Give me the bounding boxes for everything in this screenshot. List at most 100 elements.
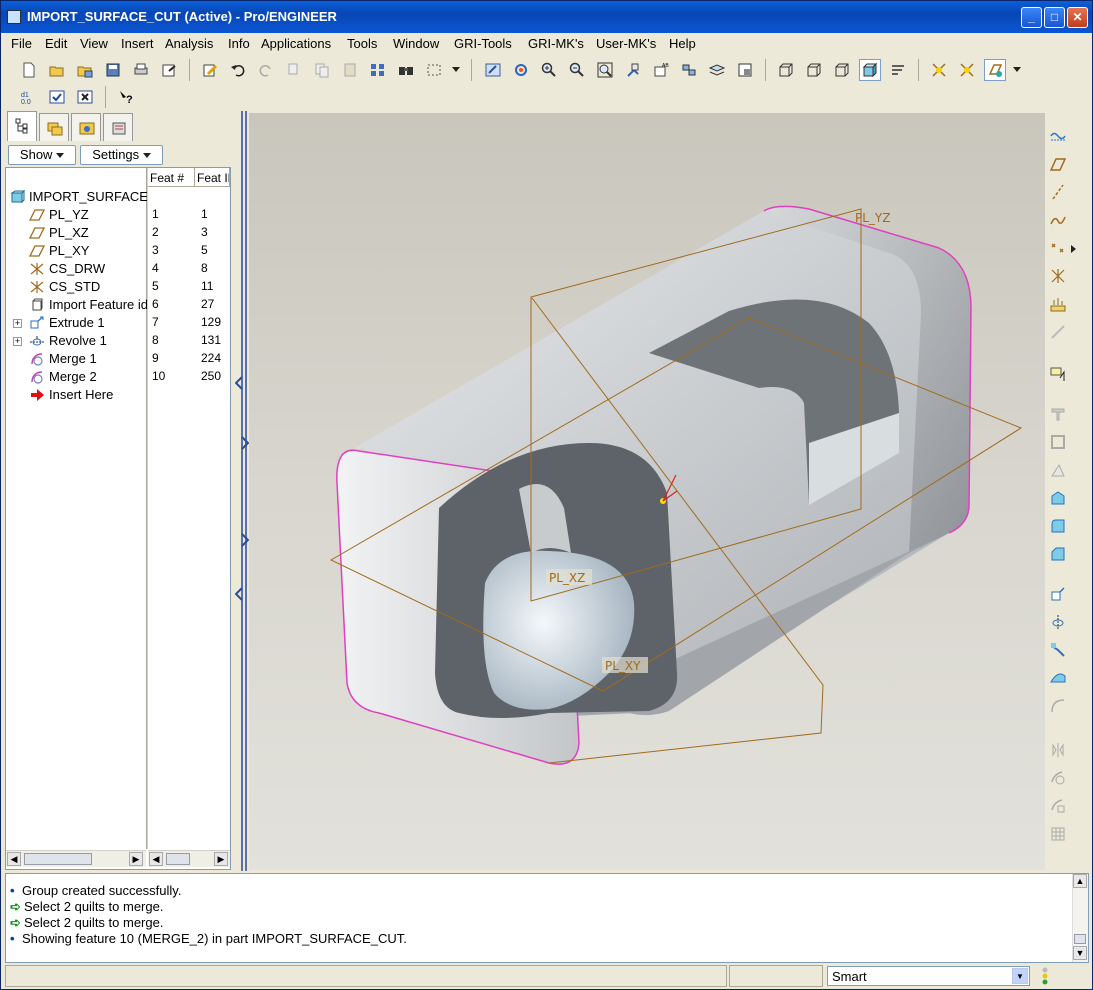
datum-point-display-icon[interactable] xyxy=(984,59,1006,81)
chamfer-tool-icon[interactable] xyxy=(1047,543,1069,565)
paste-icon[interactable] xyxy=(339,59,361,81)
scroll-left-icon[interactable]: ◀ xyxy=(7,852,21,866)
menu-gri-tools[interactable]: GRI-Tools xyxy=(454,36,512,51)
menu-window[interactable]: Window xyxy=(393,36,439,51)
find-icon[interactable] xyxy=(395,59,417,81)
print-icon[interactable] xyxy=(130,59,152,81)
saved-views-icon[interactable]: AB xyxy=(650,59,672,81)
note-icon[interactable] xyxy=(1047,363,1069,385)
wireframe-icon[interactable] xyxy=(775,59,797,81)
tree-row-root[interactable]: IMPORT_SURFACE_CUT xyxy=(6,188,230,206)
menu-insert[interactable]: Insert xyxy=(121,36,154,51)
tree-hscroll-names[interactable]: ◀ ▶ xyxy=(6,850,146,867)
tree-row-cs-drw[interactable]: CS_DRW 4 8 xyxy=(6,260,230,278)
menu-user-mks[interactable]: User-MK's xyxy=(596,36,656,51)
scroll-right-icon[interactable]: ▶ xyxy=(214,852,228,866)
traffic-light-icon[interactable] xyxy=(1039,967,1051,985)
regenerate-icon[interactable] xyxy=(199,59,221,81)
layer-stack-icon[interactable] xyxy=(706,59,728,81)
scroll-up-icon[interactable]: ▲ xyxy=(1073,874,1087,888)
tab-folder-browser[interactable] xyxy=(39,113,69,141)
refit-icon[interactable] xyxy=(594,59,616,81)
collapse-panel-icon[interactable] xyxy=(235,376,243,390)
scroll-thumb[interactable] xyxy=(1074,934,1086,944)
tree-row-merge-1[interactable]: Merge 1 9 224 xyxy=(6,350,230,368)
menu-file[interactable]: File xyxy=(11,36,32,51)
flyout-chevron-right-icon[interactable] xyxy=(1071,245,1076,253)
coordinate-system-tool-icon[interactable] xyxy=(1047,265,1069,287)
repaint-icon[interactable] xyxy=(482,59,504,81)
menu-analysis[interactable]: Analysis xyxy=(165,36,213,51)
menu-info[interactable]: Info xyxy=(228,36,250,51)
select-dropdown-chevron-icon[interactable] xyxy=(449,59,463,81)
scroll-thumb[interactable] xyxy=(166,853,190,865)
view-manager-icon[interactable] xyxy=(734,59,756,81)
display-dropdown-chevron-icon[interactable] xyxy=(1010,59,1024,81)
menu-tools[interactable]: Tools xyxy=(347,36,377,51)
scroll-thumb[interactable] xyxy=(24,853,92,865)
graphics-window[interactable]: PL_YZ PL_XZ PL_XY xyxy=(249,113,1045,870)
show-button[interactable]: Show xyxy=(8,145,76,165)
datum-plane-display-icon[interactable] xyxy=(928,59,950,81)
rib-tool-icon[interactable] xyxy=(1047,487,1069,509)
open-recent-icon[interactable] xyxy=(74,59,96,81)
scroll-down-icon[interactable]: ▼ xyxy=(1073,946,1087,960)
merge-tool-icon[interactable] xyxy=(1047,767,1069,789)
draft-tool-icon[interactable] xyxy=(1047,459,1069,481)
scroll-left-icon[interactable]: ◀ xyxy=(149,852,163,866)
style-icon[interactable] xyxy=(1047,125,1069,147)
col-header-featid[interactable]: Feat ID xyxy=(195,168,230,187)
datum-axis-tool-icon[interactable] xyxy=(1047,181,1069,203)
expand-icon[interactable]: + xyxy=(13,319,22,328)
close-button[interactable]: ✕ xyxy=(1067,7,1088,28)
undo-icon[interactable] xyxy=(227,59,249,81)
tree-row-merge-2[interactable]: Merge 2 10 250 xyxy=(6,368,230,386)
message-scrollbar[interactable]: ▲ ▼ xyxy=(1072,874,1088,962)
sketched-datum-icon[interactable] xyxy=(1047,321,1069,343)
copy-icon[interactable] xyxy=(311,59,333,81)
expand-panel-icon-2[interactable] xyxy=(241,533,249,547)
save-icon[interactable] xyxy=(102,59,124,81)
tree-row-pl-xy[interactable]: PL_XY 3 5 xyxy=(6,242,230,260)
tree-row-insert-here[interactable]: Insert Here xyxy=(6,386,230,404)
pattern-tool-icon[interactable] xyxy=(1047,823,1069,845)
filter-dropdown-chevron-icon[interactable]: ▼ xyxy=(1012,968,1028,984)
tab-model-tree[interactable] xyxy=(7,111,37,141)
reorient-icon[interactable] xyxy=(622,59,644,81)
tree-row-pl-xz[interactable]: PL_XZ 2 3 xyxy=(6,224,230,242)
boundary-blend-icon[interactable] xyxy=(1047,695,1069,717)
layers-icon[interactable] xyxy=(678,59,700,81)
tab-favorites[interactable] xyxy=(71,113,101,141)
settings-button[interactable]: Settings xyxy=(80,145,163,165)
menu-help[interactable]: Help xyxy=(669,36,696,51)
shading-icon[interactable] xyxy=(859,59,881,81)
trim-tool-icon[interactable] xyxy=(1047,795,1069,817)
collapse-panel-icon-2[interactable] xyxy=(235,587,243,601)
selection-filter-select[interactable]: Smart ▼ xyxy=(827,966,1030,986)
tree-row-revolve-1[interactable]: + Revolve 1 8 131 xyxy=(6,332,230,350)
new-icon[interactable] xyxy=(18,59,40,81)
round-tool-icon[interactable] xyxy=(1047,515,1069,537)
datum-point-tool-icon[interactable] xyxy=(1047,237,1069,259)
datum-plane-tool-icon[interactable] xyxy=(1047,153,1069,175)
zoom-in-icon[interactable] xyxy=(538,59,560,81)
menu-gri-mks[interactable]: GRI-MK's xyxy=(528,36,584,51)
hole-tool-icon[interactable] xyxy=(1047,403,1069,425)
redo-icon[interactable] xyxy=(255,59,277,81)
analysis-feature-icon[interactable] xyxy=(1047,293,1069,315)
expand-panel-icon[interactable] xyxy=(241,436,249,450)
panel-splitter[interactable] xyxy=(235,111,249,871)
tree-row-extrude-1[interactable]: + Extrude 1 7 129 xyxy=(6,314,230,332)
menu-edit[interactable]: Edit xyxy=(45,36,67,51)
model-view[interactable]: PL_YZ PL_XZ PL_XY xyxy=(249,113,1045,870)
col-header-featnum[interactable]: Feat # xyxy=(148,168,195,187)
mirror-tool-icon[interactable] xyxy=(1047,739,1069,761)
title-bar[interactable]: IMPORT_SURFACE_CUT (Active) - Pro/ENGINE… xyxy=(1,1,1092,33)
no-hidden-icon[interactable] xyxy=(831,59,853,81)
datum-axis-display-icon[interactable] xyxy=(956,59,978,81)
tree-hscroll-cols[interactable]: ◀ ▶ xyxy=(148,850,230,867)
revolve-tool-icon[interactable] xyxy=(1047,611,1069,633)
minimize-button[interactable]: _ xyxy=(1021,7,1042,28)
spin-center-icon[interactable] xyxy=(510,59,532,81)
hidden-line-icon[interactable] xyxy=(803,59,825,81)
